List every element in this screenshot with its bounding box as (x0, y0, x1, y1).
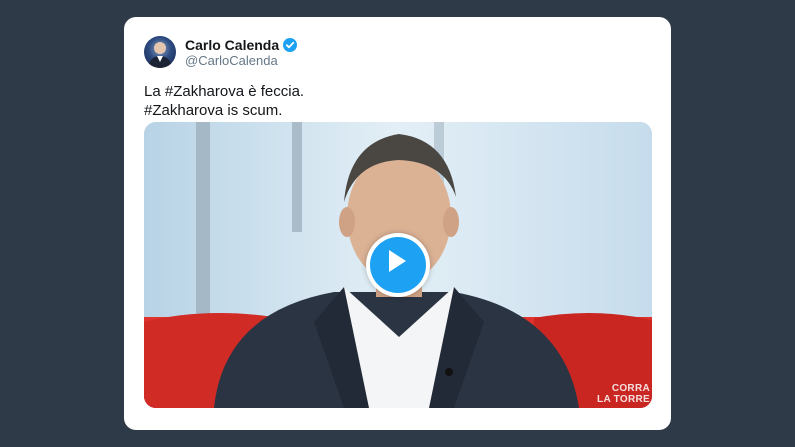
tweet-text: La #Zakharova è feccia. #Zakharova is sc… (144, 82, 304, 120)
play-icon (389, 250, 406, 272)
tweet-text-line: #Zakharova is scum. (144, 102, 283, 119)
tweet-card: Carlo Calenda @CarloCalenda La #Zakharov… (124, 17, 671, 430)
avatar[interactable] (144, 36, 176, 68)
author-handle[interactable]: @CarloCalenda (185, 53, 278, 68)
author-name[interactable]: Carlo Calenda (185, 37, 279, 53)
video-player[interactable]: CORRA LA TORRE (144, 122, 652, 408)
watermark-line: LA TORRE (597, 394, 650, 405)
video-watermark: CORRA LA TORRE (597, 383, 650, 405)
watermark-line: CORRA (611, 383, 650, 394)
play-button[interactable] (366, 233, 430, 297)
author-row: Carlo Calenda (185, 37, 298, 53)
tweet-text-line: La #Zakharova è feccia. (144, 83, 305, 100)
verified-badge-icon (283, 38, 298, 52)
